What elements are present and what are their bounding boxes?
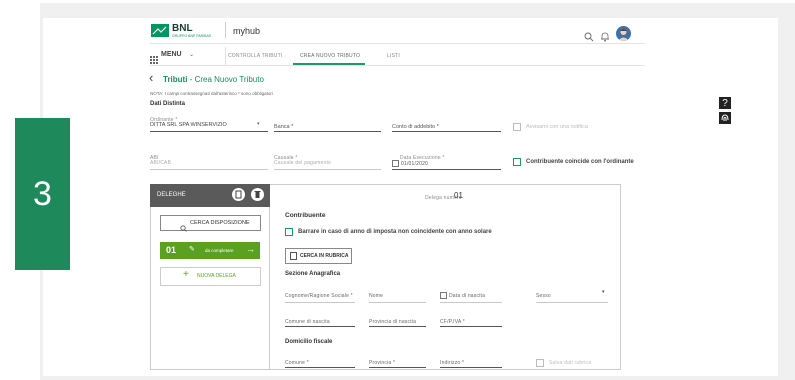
delega-item-status: da completare: [205, 248, 234, 253]
nuova-delega-label: NUOVA DELEGA: [197, 273, 236, 279]
provincia-nascita-label: Provincia di nascita: [369, 319, 417, 325]
delega-numero-value: 01: [454, 191, 463, 200]
fingerprint-icon[interactable]: [719, 112, 731, 124]
back-arrow[interactable]: ‹: [149, 71, 153, 84]
cognome-field[interactable]: [285, 302, 355, 303]
data-esecuzione-field[interactable]: [392, 169, 501, 170]
salva-rubrica-label: Salva dati rubrica: [549, 360, 592, 366]
copy-icon[interactable]: [232, 188, 245, 201]
pencil-icon[interactable]: ✎: [189, 246, 195, 254]
page-title-strong: Tributi: [163, 75, 188, 84]
brand-group: GRUPPO BNP PARIBAS: [172, 34, 212, 38]
cognome-label: Cognome/Ragione Sociale *: [285, 293, 353, 299]
cerca-rubrica-label: CERCA IN RUBRICA: [300, 253, 349, 259]
required-note: NOTA: I campi contrassegnati dall'asteri…: [150, 91, 273, 96]
provincia-field[interactable]: [369, 367, 426, 368]
brand-divider: [225, 22, 226, 38]
data-nascita-label: Data di nascita: [449, 293, 486, 299]
delega-item-number: 01: [166, 245, 177, 255]
page-title-rest: - Crea Nuovo Tributo: [187, 75, 264, 84]
chevron-down-icon[interactable]: ⌄: [189, 51, 194, 58]
search-icon[interactable]: [584, 29, 594, 42]
comune-field[interactable]: [285, 367, 355, 368]
page-title: Tributi - Crea Nuovo Tributo: [163, 75, 264, 84]
comune-nascita-label: Comune di nascita: [285, 319, 330, 325]
arrow-right-icon[interactable]: →: [246, 244, 255, 254]
menu-item-liste[interactable]: LISTI: [387, 53, 400, 59]
plus-icon: +: [183, 269, 189, 280]
coincide-label: Contribuente coincide con l'ordinante: [526, 159, 634, 165]
coincide-checkbox[interactable]: [513, 158, 521, 166]
avviso-label: Avvisami con una notifica: [526, 124, 588, 130]
ordinante-chevron-icon[interactable]: ▾: [257, 121, 260, 127]
domicilio-title: Domicilio fiscale: [285, 339, 333, 345]
cfpiva-field[interactable]: [440, 326, 502, 327]
contribuente-title: Contribuente: [285, 212, 326, 219]
indirizzo-label: Indirizzo *: [440, 360, 465, 366]
menu-item-controlla[interactable]: CONTROLLA TRIBUTI: [228, 53, 282, 59]
trash-icon[interactable]: [251, 188, 264, 201]
sesso-select[interactable]: [536, 302, 608, 303]
causale-field: [274, 169, 381, 170]
causale-value: Causale del pagamento: [274, 160, 332, 166]
menu-bar: MENU ⌄ CONTROLLA TRIBUTI CREA NUOVO TRIB…: [150, 47, 645, 65]
banca-field[interactable]: [274, 131, 381, 132]
barrare-checkbox[interactable]: [285, 228, 293, 236]
bnl-logo[interactable]: [151, 24, 169, 37]
brand-name: BNL: [172, 23, 193, 34]
product-name: myhub: [233, 26, 261, 36]
sesso-chevron-icon[interactable]: ▾: [602, 289, 605, 295]
barrare-label: Barrare in caso di anno di imposta non c…: [298, 229, 492, 235]
section-dati-distinta: Dati Distinta: [150, 101, 186, 107]
header-divider: [150, 43, 645, 44]
ordinante-value: DITTA SRL SPA WINSERVIZIO: [150, 122, 227, 128]
grid-icon[interactable]: [150, 51, 158, 64]
banca-label: Banca *: [274, 124, 294, 130]
deleghe-title: DELEGHE: [157, 192, 186, 198]
anagrafica-title: Sezione Anagrafica: [285, 271, 341, 277]
menu-item-crea[interactable]: CREA NUOVO TRIBUTO: [300, 53, 360, 59]
nome-field[interactable]: [369, 302, 426, 303]
data-nascita-field[interactable]: [440, 302, 502, 303]
salva-rubrica-checkbox[interactable]: [536, 359, 544, 367]
ordinante-select[interactable]: [150, 131, 268, 132]
menu-button[interactable]: MENU: [161, 51, 182, 58]
avviso-checkbox[interactable]: [513, 123, 521, 131]
help-icon[interactable]: ?: [719, 97, 731, 109]
abi-field: [150, 169, 268, 170]
avatar-icon[interactable]: [616, 26, 631, 41]
nome-label: Nome: [369, 293, 384, 299]
provincia-nascita-field[interactable]: [369, 326, 426, 327]
cfpiva-label: CF/P.IVA *: [440, 319, 465, 325]
step-number: 3: [33, 174, 52, 213]
provincia-label: Provincia *: [369, 360, 396, 366]
comune-label: Comune *: [285, 360, 309, 366]
indirizzo-field[interactable]: [440, 367, 502, 368]
calendar-icon[interactable]: [392, 160, 399, 167]
menu-divider: [150, 65, 645, 66]
address-book-icon: [290, 252, 297, 260]
step-badge: 3: [15, 118, 70, 270]
calendar-icon[interactable]: [440, 292, 447, 299]
sesso-label: Sesso: [536, 293, 551, 299]
data-esecuzione-value: 01/01/2020: [401, 161, 429, 167]
conto-label: Conto di addebito *: [392, 124, 439, 130]
comune-nascita-field[interactable]: [285, 326, 355, 327]
cerca-disposizione-label: CERCA DISPOSIZIONE: [190, 220, 250, 226]
abi-value: ABI/CAB: [150, 160, 172, 166]
conto-field[interactable]: [392, 131, 501, 132]
search-icon: [180, 219, 187, 232]
bell-icon[interactable]: [600, 29, 610, 42]
menu-separator: [225, 47, 226, 65]
